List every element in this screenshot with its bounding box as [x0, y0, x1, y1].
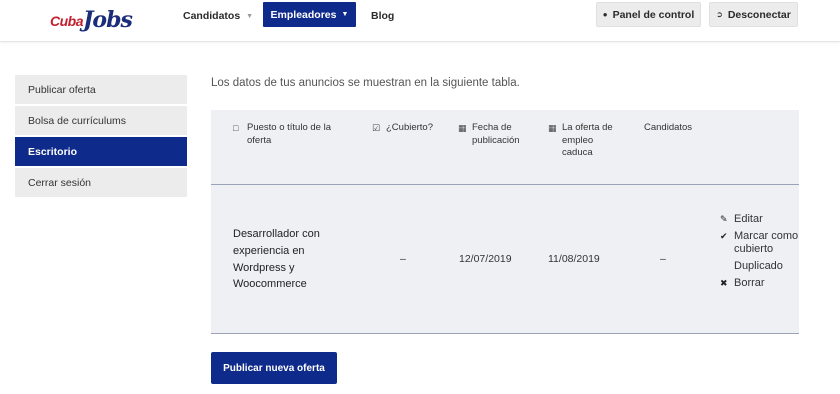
intro-text: Los datos de tus anuncios se muestran en…: [211, 77, 520, 89]
user-icon: ●: [602, 10, 608, 19]
header-covered-label: ¿Cubierto?: [386, 122, 433, 133]
edit-action[interactable]: ✎ Editar: [720, 213, 800, 226]
sidebar-menu: Publicar oferta Bolsa de currículums Esc…: [15, 75, 187, 199]
nav-candidatos-label: Candidatos: [183, 10, 241, 22]
checkbox-icon: ☑: [372, 123, 381, 133]
duplicate-action-label: Duplicado: [734, 260, 783, 272]
header-published-label: Fecha de publicación: [472, 122, 520, 146]
edit-action-label: Editar: [734, 213, 763, 225]
header-candidates-label: Candidatos: [644, 122, 693, 133]
row-job-title: Desarrollador con experiencia en Wordpre…: [233, 228, 320, 291]
panel-button-label: Panel de control: [612, 8, 695, 21]
logout-button-label: Desconectar: [727, 8, 791, 21]
row-actions: ✎ Editar ✔ Marcar como cubierto Duplicad…: [720, 213, 800, 294]
sidebar-item-publicar-oferta[interactable]: Publicar oferta: [15, 75, 187, 104]
check-icon: ✔: [720, 231, 728, 241]
header-title-label: Puesto o título de la oferta: [247, 122, 331, 146]
job-offers-table: □ Puesto o título de la oferta ☑ ¿Cubier…: [211, 110, 799, 334]
close-icon: ✖: [720, 278, 728, 288]
header-candidates: Candidatos: [644, 122, 714, 135]
sidebar-item-cerrar-sesion[interactable]: Cerrar sesión: [15, 168, 187, 197]
top-header: Cuba Jobs Candidatos ▼ Empleadores ▼ Blo…: [0, 0, 840, 42]
delete-action[interactable]: ✖ Borrar: [720, 277, 800, 290]
calendar-icon: ▦: [548, 123, 557, 133]
cubajobs-logo[interactable]: Cuba Jobs: [50, 4, 133, 33]
sign-out-icon: ➲: [716, 10, 723, 19]
sidebar-item-bolsa-curriculums[interactable]: Bolsa de currículums: [15, 106, 187, 135]
mark-covered-label: Marcar como cubierto: [734, 230, 799, 255]
logo-jobs-text: Jobs: [83, 7, 133, 33]
sidebar-item-escritorio[interactable]: Escritorio: [15, 137, 187, 166]
calendar-icon: ▦: [458, 123, 467, 133]
row-covered: –: [400, 253, 406, 265]
row-published-date: 12/07/2019: [459, 253, 512, 265]
nav-empleadores[interactable]: Empleadores ▼: [263, 2, 356, 27]
chevron-down-icon: ▼: [341, 11, 349, 18]
header-covered: ☑ ¿Cubierto?: [372, 122, 456, 135]
panel-de-control-button[interactable]: ● Panel de control: [596, 2, 701, 27]
header-title: □ Puesto o título de la oferta: [233, 122, 347, 147]
duplicate-action[interactable]: Duplicado: [720, 260, 800, 273]
mark-covered-action[interactable]: ✔ Marcar como cubierto: [720, 230, 800, 256]
nav-empleadores-label: Empleadores: [270, 8, 337, 21]
delete-action-label: Borrar: [734, 277, 765, 289]
header-expires-label: La oferta de empleo caduca: [562, 122, 613, 158]
row-expires-date: 11/08/2019: [548, 253, 600, 265]
document-icon: □: [233, 123, 239, 133]
header-divider: [211, 184, 799, 185]
pencil-icon: ✎: [720, 214, 728, 224]
logo-cuba-text: Cuba: [50, 13, 84, 29]
nav-blog-label: Blog: [371, 10, 395, 22]
chevron-down-icon: ▼: [246, 12, 254, 20]
row-candidates: –: [660, 253, 666, 265]
header-expires: ▦ La oferta de empleo caduca: [548, 122, 622, 160]
nav-blog[interactable]: Blog: [371, 2, 394, 30]
logout-button[interactable]: ➲ Desconectar: [709, 2, 798, 27]
publish-new-offer-button[interactable]: Publicar nueva oferta: [211, 352, 337, 384]
nav-candidatos[interactable]: Candidatos ▼: [183, 2, 253, 30]
header-published: ▦ Fecha de publicación: [458, 122, 542, 147]
